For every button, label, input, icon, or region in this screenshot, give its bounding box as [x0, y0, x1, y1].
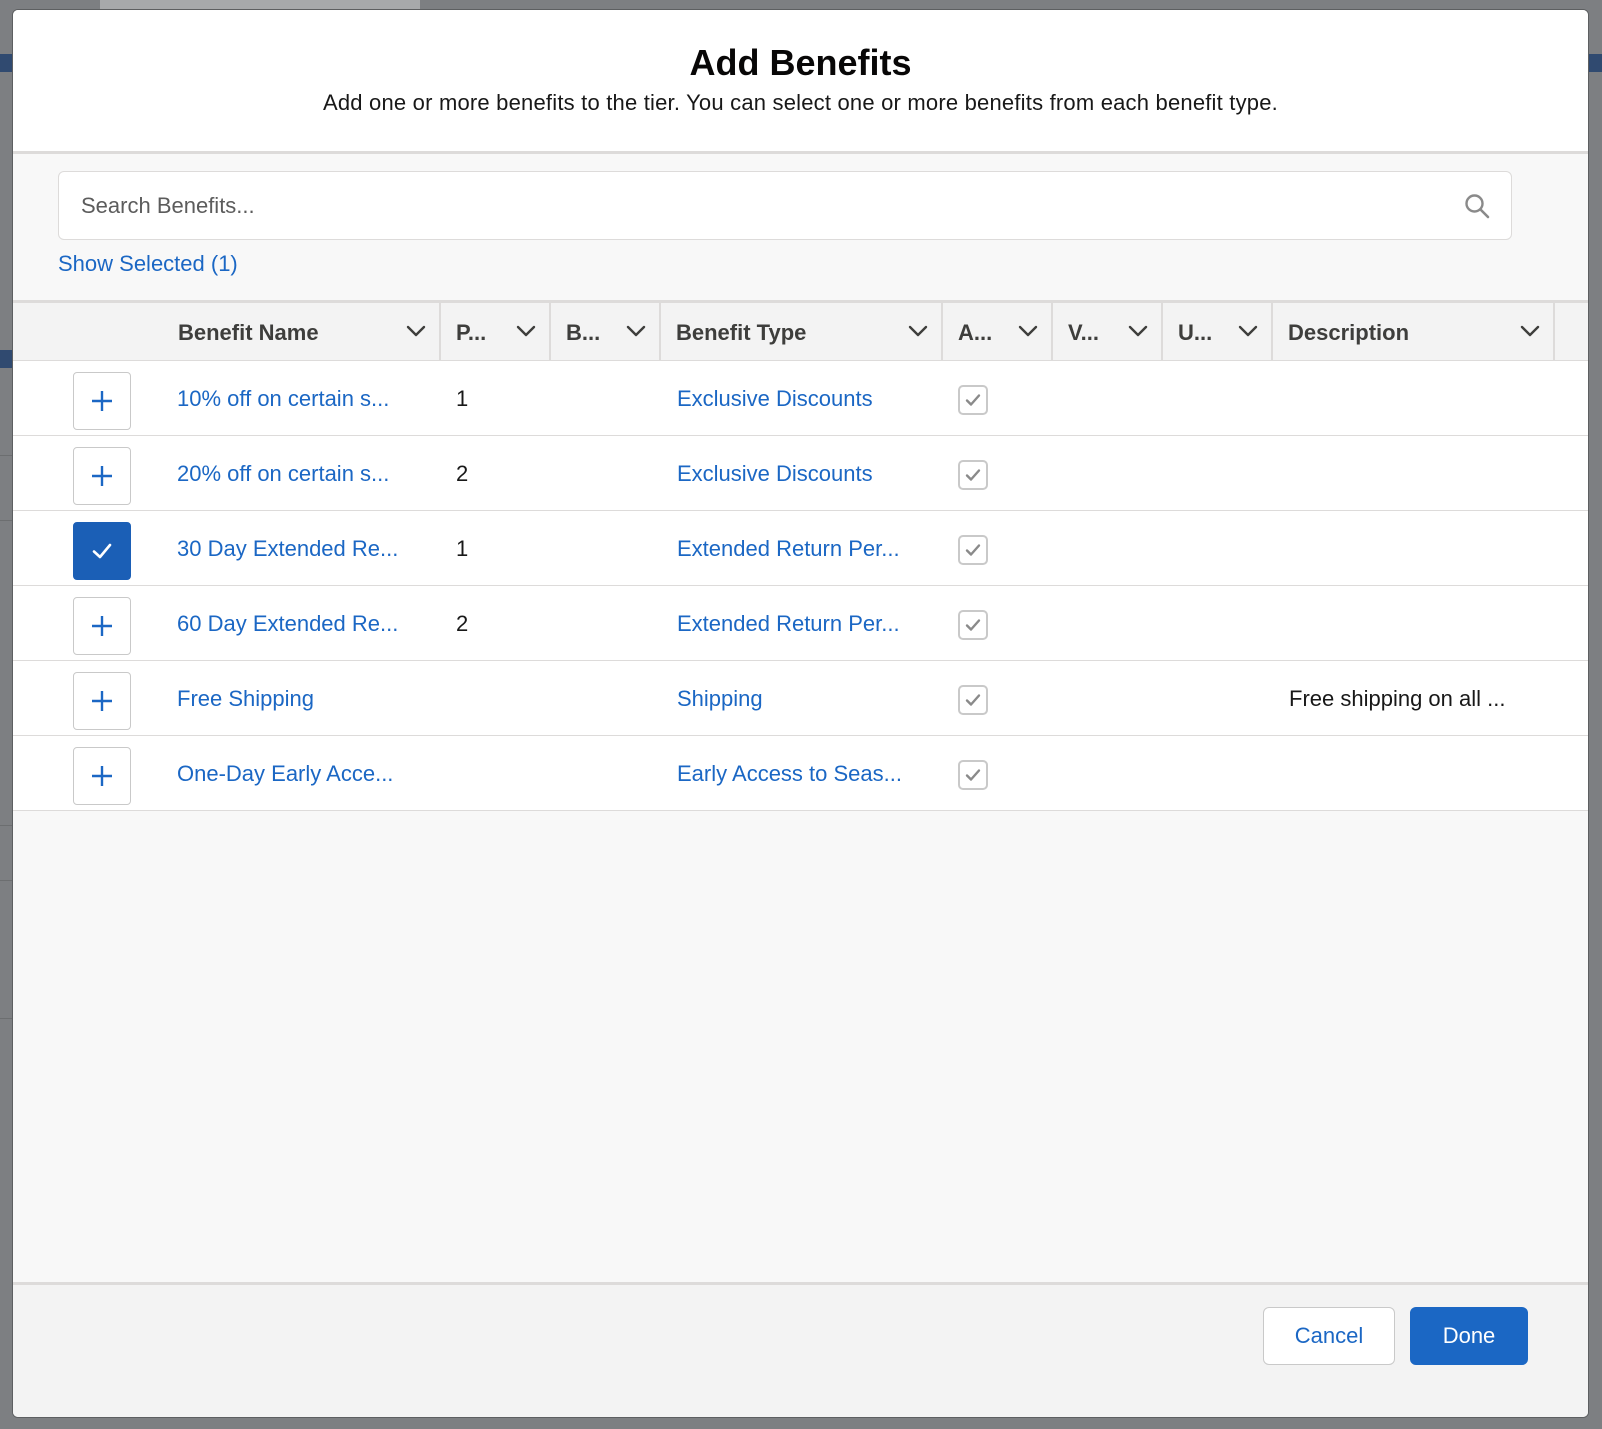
check-icon: [965, 544, 981, 556]
benefit-name-link[interactable]: 60 Day Extended Re...: [177, 586, 398, 661]
active-checkbox: [958, 760, 988, 790]
active-checkbox: [958, 460, 988, 490]
chevron-down-icon[interactable]: [625, 323, 647, 339]
benefit-p-value: 2: [456, 460, 469, 486]
plus-icon: [92, 466, 112, 486]
check-icon: [965, 394, 981, 406]
benefit-type-link[interactable]: Extended Return Per...: [677, 586, 900, 661]
column-header-benefit-type[interactable]: Benefit Type: [661, 303, 943, 363]
column-header-b[interactable]: B...: [551, 303, 661, 363]
column-header-description[interactable]: Description: [1273, 303, 1555, 363]
chevron-down-icon[interactable]: [1519, 323, 1541, 339]
search-icon: [1465, 194, 1490, 219]
column-label: Benefit Type: [676, 320, 807, 345]
check-icon: [965, 769, 981, 781]
add-benefit-button[interactable]: [73, 747, 131, 805]
plus-icon: [92, 616, 112, 636]
done-button[interactable]: Done: [1410, 1307, 1528, 1365]
benefit-type-link[interactable]: Shipping: [677, 661, 763, 736]
active-checkbox: [958, 535, 988, 565]
column-label: P...: [456, 320, 487, 345]
column-label: U...: [1178, 320, 1213, 345]
benefit-type-link[interactable]: Exclusive Discounts: [677, 436, 873, 511]
column-label: Description: [1288, 320, 1410, 345]
plus-icon: [92, 766, 112, 786]
modal-footer: Cancel Done: [13, 1282, 1588, 1417]
table-row: One-Day Early Acce... Early Access to Se…: [13, 736, 1588, 811]
chevron-down-icon[interactable]: [405, 323, 427, 339]
add-benefit-button[interactable]: [73, 372, 131, 430]
chevron-down-icon[interactable]: [515, 323, 537, 339]
column-label: A...: [958, 320, 993, 345]
check-icon: [92, 543, 112, 559]
column-header-v[interactable]: V...: [1053, 303, 1163, 363]
modal-header: Add Benefits Add one or more benefits to…: [13, 10, 1588, 154]
column-header-benefit-name[interactable]: Benefit Name: [163, 303, 441, 363]
column-header-u[interactable]: U...: [1163, 303, 1273, 363]
table-row: 60 Day Extended Re... 2 Extended Return …: [13, 586, 1588, 661]
table-header: Benefit Name P... B... Benefit Type A...: [13, 300, 1588, 363]
check-icon: [965, 469, 981, 481]
column-label: B...: [566, 320, 601, 345]
check-icon: [965, 619, 981, 631]
benefit-p-value: 1: [456, 385, 469, 411]
plus-icon: [92, 391, 112, 411]
active-checkbox: [958, 685, 988, 715]
benefit-name-link[interactable]: One-Day Early Acce...: [177, 736, 393, 811]
column-label: V...: [1068, 320, 1099, 345]
modal-body: Search Benefits... Show Selected (1) Ben…: [13, 154, 1588, 1324]
benefit-type-link[interactable]: Early Access to Seas...: [677, 736, 902, 811]
column-header-a[interactable]: A...: [943, 303, 1053, 363]
add-benefit-button[interactable]: [73, 447, 131, 505]
column-label: Benefit Name: [178, 320, 319, 345]
benefit-name-link[interactable]: Free Shipping: [177, 661, 314, 736]
active-checkbox: [958, 385, 988, 415]
table-row: 10% off on certain s... 1 Exclusive Disc…: [13, 361, 1588, 436]
benefit-name-link[interactable]: 10% off on certain s...: [177, 361, 389, 436]
check-icon: [965, 694, 981, 706]
benefit-p-value: 1: [456, 535, 469, 561]
column-header-p[interactable]: P...: [441, 303, 551, 363]
active-checkbox: [958, 610, 988, 640]
table-row: 20% off on certain s... 2 Exclusive Disc…: [13, 436, 1588, 511]
selected-benefit-button[interactable]: [73, 522, 131, 580]
cancel-button[interactable]: Cancel: [1263, 1307, 1395, 1365]
chevron-down-icon[interactable]: [907, 323, 929, 339]
show-selected-link[interactable]: Show Selected (1): [58, 251, 238, 277]
benefit-type-link[interactable]: Extended Return Per...: [677, 511, 900, 586]
search-input[interactable]: Search Benefits...: [58, 171, 1512, 240]
add-benefits-modal: Add Benefits Add one or more benefits to…: [12, 9, 1589, 1418]
modal-title: Add Benefits: [689, 42, 912, 83]
search-placeholder: Search Benefits...: [81, 192, 255, 218]
table-row: Free Shipping Shipping Free shipping on …: [13, 661, 1588, 736]
benefit-type-link[interactable]: Exclusive Discounts: [677, 361, 873, 436]
plus-icon: [92, 691, 112, 711]
modal-subtitle: Add one or more benefits to the tier. Yo…: [323, 90, 1278, 115]
chevron-down-icon[interactable]: [1017, 323, 1039, 339]
benefit-name-link[interactable]: 20% off on certain s...: [177, 436, 389, 511]
chevron-down-icon[interactable]: [1237, 323, 1259, 339]
table-row: 30 Day Extended Re... 1 Extended Return …: [13, 511, 1588, 586]
chevron-down-icon[interactable]: [1127, 323, 1149, 339]
benefit-name-link[interactable]: 30 Day Extended Re...: [177, 511, 398, 586]
benefit-description: Free shipping on all ...: [1289, 685, 1506, 711]
benefit-p-value: 2: [456, 610, 469, 636]
benefits-table: Benefit Name P... B... Benefit Type A...: [13, 300, 1588, 811]
add-benefit-button[interactable]: [73, 597, 131, 655]
add-benefit-button[interactable]: [73, 672, 131, 730]
